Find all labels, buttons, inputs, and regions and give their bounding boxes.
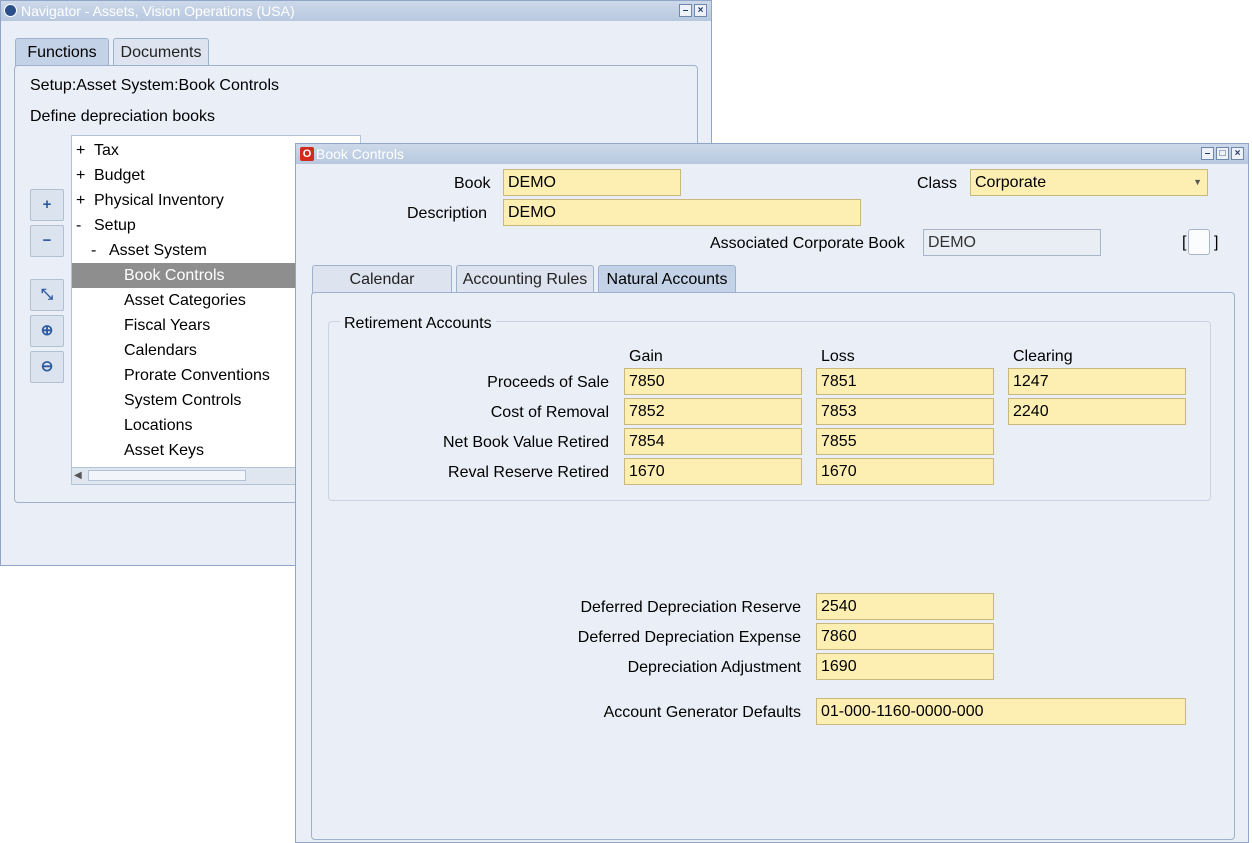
minimize-icon[interactable]: –: [1201, 147, 1214, 160]
associated-corporate-book-label: Associated Corporate Book: [710, 235, 905, 252]
reval-reserve-retired-loss-field[interactable]: 1670: [816, 458, 994, 485]
oracle-logo-icon: O: [300, 147, 314, 161]
net-book-value-retired-loss-field[interactable]: 7855: [816, 428, 994, 455]
tab-natural-accounts[interactable]: Natural Accounts: [598, 265, 736, 293]
cost-of-removal-gain-field[interactable]: 7852: [624, 398, 802, 425]
book-controls-title: Book Controls: [316, 146, 404, 162]
reval-reserve-retired-label: Reval Reserve Retired: [448, 464, 609, 481]
book-controls-titlebar[interactable]: O Book Controls – □ ×: [296, 144, 1248, 164]
proceeds-of-sale-label: Proceeds of Sale: [487, 374, 609, 391]
close-icon[interactable]: ×: [694, 4, 707, 17]
column-gain: Gain: [629, 348, 663, 365]
cost-of-removal-clearing-field[interactable]: 2240: [1008, 398, 1186, 425]
description-label: Description: [407, 205, 488, 222]
column-clearing: Clearing: [1013, 348, 1073, 365]
deferred-depreciation-expense-field[interactable]: 7860: [816, 623, 994, 650]
tree-item-label: Calendars: [124, 342, 197, 359]
natural-accounts-panel: Retirement Accounts Gain Loss Clearing P…: [311, 292, 1235, 840]
deferred-depreciation-reserve-field[interactable]: 2540: [816, 593, 994, 620]
expand-all-icon[interactable]: ⊕: [30, 315, 64, 347]
tree-item-label: Locations: [124, 417, 193, 434]
class-select-value: Corporate: [975, 174, 1047, 191]
depreciation-adjustment-field[interactable]: 1690: [816, 653, 994, 680]
depreciation-adjustment-label: Depreciation Adjustment: [627, 659, 801, 676]
collapse-icon[interactable]: −: [30, 225, 64, 257]
collapse-all-icon[interactable]: ⊖: [30, 351, 64, 383]
associated-corporate-book-field[interactable]: DEMO: [923, 229, 1101, 256]
tab-functions[interactable]: Functions: [15, 38, 109, 66]
flex-bracket-left: [: [1182, 234, 1187, 251]
minimize-icon[interactable]: –: [679, 4, 692, 17]
maximize-icon[interactable]: □: [1216, 147, 1229, 160]
account-generator-defaults-label: Account Generator Defaults: [603, 704, 801, 721]
net-book-value-retired-gain-field[interactable]: 7854: [624, 428, 802, 455]
proceeds-of-sale-gain-field[interactable]: 7850: [624, 368, 802, 395]
book-label: Book: [454, 175, 491, 192]
tab-documents[interactable]: Documents: [113, 38, 209, 66]
column-loss: Loss: [821, 348, 855, 365]
tree-item-label: Tax: [94, 142, 119, 159]
class-label: Class: [917, 175, 958, 192]
cost-of-removal-loss-field[interactable]: 7853: [816, 398, 994, 425]
reval-reserve-retired-gain-field[interactable]: 1670: [624, 458, 802, 485]
class-select[interactable]: Corporate ▼: [970, 169, 1208, 196]
function-description: Define depreciation books: [30, 108, 216, 125]
tree-item-label: Physical Inventory: [94, 192, 224, 209]
oracle-globe-icon: [4, 4, 17, 17]
tree-item-prefix[interactable]: -: [91, 238, 96, 263]
proceeds-of-sale-clearing-field[interactable]: 1247: [1008, 368, 1186, 395]
tab-accounting-rules[interactable]: Accounting Rules: [456, 265, 594, 293]
navigator-titlebar[interactable]: Navigator - Assets, Vision Operations (U…: [1, 1, 711, 21]
account-generator-defaults-field[interactable]: 01-000-1160-0000-000: [816, 698, 1186, 725]
descriptive-flexfield[interactable]: [1188, 229, 1210, 255]
tab-calendar[interactable]: Calendar: [312, 265, 452, 293]
navigator-title: Navigator - Assets, Vision Operations (U…: [21, 3, 295, 19]
proceeds-of-sale-loss-field[interactable]: 7851: [816, 368, 994, 395]
cost-of-removal-label: Cost of Removal: [490, 404, 609, 421]
deferred-depreciation-reserve-label: Deferred Depreciation Reserve: [580, 599, 801, 616]
expand-branch-icon[interactable]: ⤡: [30, 279, 64, 311]
tree-item-label: Asset System: [109, 242, 207, 259]
tree-scroll-thumb[interactable]: [88, 470, 246, 481]
deferred-depreciation-expense-label: Deferred Depreciation Expense: [577, 629, 801, 646]
tree-item-label: Fiscal Years: [124, 317, 211, 334]
function-path: Setup:Asset System:Book Controls: [30, 77, 279, 94]
tree-item-label: Asset Keys: [124, 442, 205, 459]
tree-item-prefix[interactable]: +: [76, 138, 85, 163]
chevron-down-icon[interactable]: ▼: [1193, 170, 1202, 195]
tree-item-label: Book Controls: [124, 267, 225, 284]
close-icon[interactable]: ×: [1231, 147, 1244, 160]
description-field[interactable]: DEMO: [503, 199, 861, 226]
expand-icon[interactable]: +: [30, 189, 64, 221]
tree-item-prefix[interactable]: +: [76, 163, 85, 188]
tree-item-label: System Controls: [124, 392, 242, 409]
book-field[interactable]: DEMO: [503, 169, 681, 196]
tree-item-label: Prorate Conventions: [124, 367, 270, 384]
flex-bracket-right: ]: [1214, 234, 1219, 251]
book-controls-window: O Book Controls – □ × Book DEMO Descript…: [295, 143, 1249, 843]
scroll-left-icon[interactable]: ◀: [74, 468, 82, 484]
tree-item-prefix[interactable]: -: [76, 213, 81, 238]
tree-item-prefix[interactable]: +: [76, 188, 85, 213]
net-book-value-retired-label: Net Book Value Retired: [442, 434, 609, 451]
tree-item-label: Setup: [94, 217, 136, 234]
retirement-accounts-legend: Retirement Accounts: [340, 315, 496, 333]
tree-item-label: Asset Categories: [124, 292, 246, 309]
tree-item-label: Budget: [94, 167, 145, 184]
